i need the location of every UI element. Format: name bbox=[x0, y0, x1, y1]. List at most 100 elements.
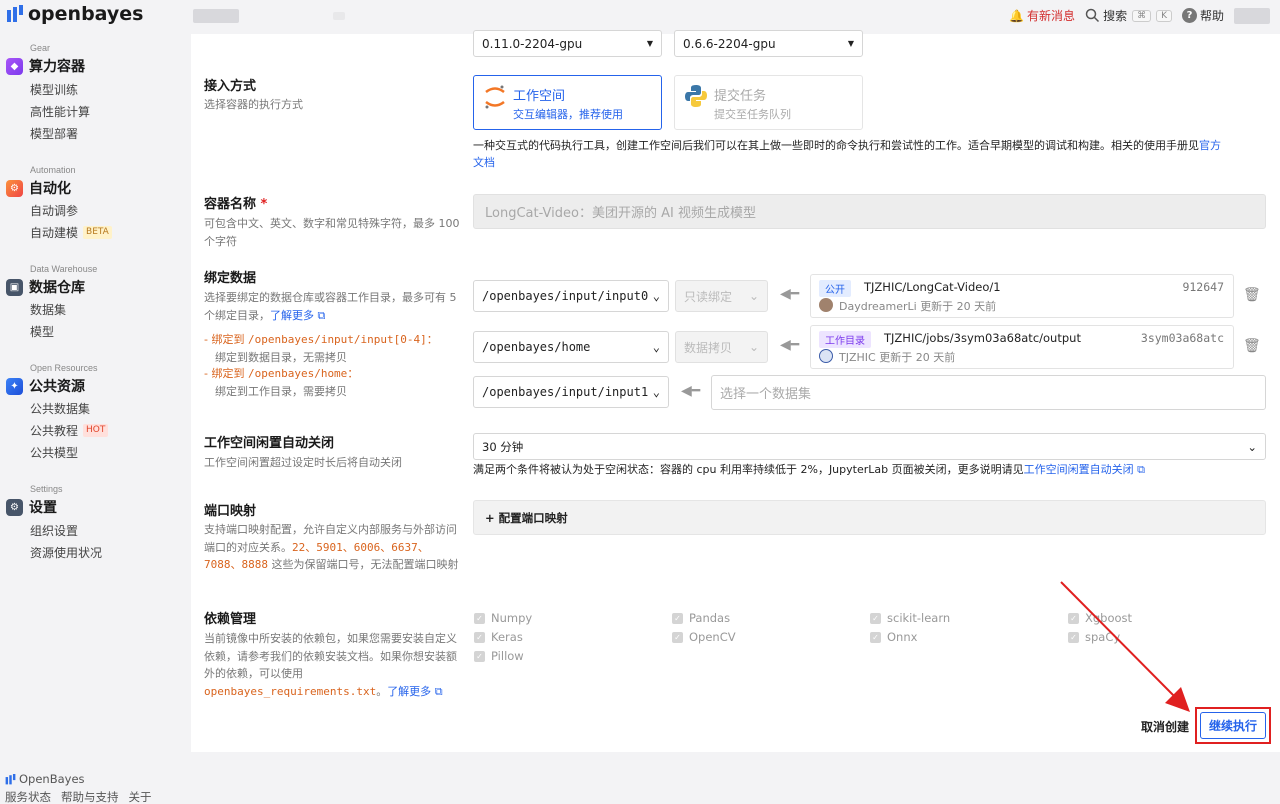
workspace-option-title: 工作空间 bbox=[513, 89, 566, 104]
chevron-down-icon: ⌄ bbox=[652, 340, 660, 354]
help-button[interactable]: ? 帮助 bbox=[1181, 7, 1224, 24]
sidebar-item-public-models[interactable]: 公共模型 bbox=[30, 444, 78, 461]
footer-brand[interactable]: OpenBayes bbox=[5, 772, 85, 786]
search-label: 搜索 bbox=[1103, 9, 1128, 23]
dataset-name[interactable]: TJZHIC/LongCat-Video/1 bbox=[864, 280, 1001, 294]
automation-icon: ⚙ bbox=[6, 179, 23, 197]
notifications-button[interactable]: 🔔 有新消息 bbox=[1009, 7, 1075, 24]
sidebar-section-resources[interactable]: ✦ 公共资源 bbox=[6, 376, 85, 396]
dep-onnx: ✓ Onnx bbox=[870, 630, 917, 644]
checkbox-checked-icon: ✓ bbox=[474, 612, 485, 624]
bind-path-select-1[interactable]: /openbayes/input/input0 ⌄ bbox=[473, 280, 669, 312]
sidebar-section-settings[interactable]: ⚙ 设置 bbox=[6, 497, 57, 517]
section-title: 公共资源 bbox=[29, 379, 85, 395]
submit-job-option[interactable]: 提交任务 提交至任务队列 bbox=[674, 75, 863, 130]
sidebar-item-model-training[interactable]: 模型训练 bbox=[30, 81, 78, 98]
resources-icon: ✦ bbox=[6, 377, 23, 395]
data-binding-desc: 选择要绑定的数据仓库或容器工作目录，最多可有 5 个绑定目录，了解更多 ⧉ bbox=[204, 291, 457, 322]
sidebar-item-public-tutorials[interactable]: 公共教程 HOT bbox=[30, 422, 109, 439]
framework-version-select[interactable]: 0.6.6-2204-gpu ▼ bbox=[674, 30, 863, 57]
help-icon: ? bbox=[1181, 8, 1197, 23]
section-title: 自动化 bbox=[29, 181, 71, 197]
dependencies-desc: 当前镜像中所安装的依赖包，如果您需要安装自定义依赖，请参考我们的依赖安装文档。如… bbox=[204, 632, 457, 698]
user-avatar-blurred[interactable] bbox=[1234, 7, 1270, 24]
cancel-create-button[interactable]: 取消创建 bbox=[1141, 718, 1189, 735]
bind-mode-select-2[interactable]: 数据拷贝 ⌄ bbox=[675, 331, 768, 363]
search-button[interactable]: 搜索 ⌘ K bbox=[1085, 7, 1172, 24]
submit-job-option-title: 提交任务 bbox=[714, 89, 767, 104]
access-mode-label: 接入方式 bbox=[204, 79, 257, 94]
idle-duration-select[interactable]: 30 分钟 ⌄ bbox=[473, 433, 1266, 460]
section-label-settings: Settings bbox=[30, 484, 63, 494]
section-label-automation: Automation bbox=[30, 165, 76, 175]
bound-dataset-card-1[interactable]: 公开 TJZHIC/LongCat-Video/1 912647 Daydrea… bbox=[810, 274, 1234, 318]
footer-link-about[interactable]: 关于 bbox=[129, 789, 152, 804]
caret-down-icon: ▼ bbox=[646, 39, 653, 48]
dep-pandas: ✓ Pandas bbox=[672, 611, 730, 625]
brand-logo[interactable]: openbayes bbox=[6, 3, 143, 25]
sidebar-item-usage[interactable]: 资源使用状况 bbox=[30, 544, 102, 561]
footer-links: 服务状态 帮助与支持 关于 bbox=[5, 789, 152, 804]
dep-opencv: ✓ OpenCV bbox=[672, 630, 736, 644]
dep-numpy: ✓ Numpy bbox=[474, 611, 532, 625]
continue-button[interactable]: 继续执行 bbox=[1200, 712, 1266, 739]
official-docs-link[interactable]: 官方 bbox=[1199, 139, 1221, 152]
annotation-arrow-icon bbox=[1060, 581, 1190, 712]
sidebar-item-hpc[interactable]: 高性能计算 bbox=[30, 103, 90, 120]
external-link-icon: ⧉ bbox=[1137, 463, 1145, 476]
org-name-blurred[interactable] bbox=[193, 9, 239, 23]
sidebar-item-org-settings[interactable]: 组织设置 bbox=[30, 522, 78, 539]
sidebar-section-warehouse[interactable]: ▣ 数据仓库 bbox=[6, 277, 85, 297]
image-version-select[interactable]: 0.11.0-2204-gpu ▼ bbox=[473, 30, 662, 57]
dataset-picker-input[interactable]: 选择一个数据集 bbox=[711, 375, 1266, 410]
dep-pillow: ✓ Pillow bbox=[474, 649, 524, 663]
sidebar-item-automl[interactable]: 自动建模 BETA bbox=[30, 224, 112, 241]
sidebar-section-automation[interactable]: ⚙ 自动化 bbox=[6, 178, 71, 198]
footer-link-status[interactable]: 服务状态 bbox=[5, 789, 51, 804]
binding-rule-home: - 绑定到 /openbayes/home： 绑定到工作目录，需要拷贝 bbox=[204, 367, 359, 398]
configure-ports-button[interactable]: + 配置端口映射 bbox=[473, 500, 1266, 535]
sidebar-item-autotune[interactable]: 自动调参 bbox=[30, 202, 78, 219]
sidebar-section-gear[interactable]: ◆ 算力容器 bbox=[6, 56, 85, 76]
chevron-down-icon: ⌄ bbox=[652, 385, 660, 399]
dataset-id: 912647 bbox=[1182, 280, 1224, 294]
bind-path-select-2[interactable]: /openbayes/home ⌄ bbox=[473, 331, 669, 363]
learn-more-link[interactable]: 了解更多 bbox=[387, 685, 431, 698]
dataset-name[interactable]: TJZHIC/jobs/3sym03a68atc/output bbox=[884, 331, 1081, 345]
breadcrumb-blurred bbox=[333, 12, 345, 20]
container-name-input[interactable]: LongCat-Video：美团开源的 AI 视频生成模型 bbox=[473, 194, 1266, 229]
sidebar-item-datasets[interactable]: 数据集 bbox=[30, 301, 66, 318]
bound-dataset-card-2[interactable]: 工作目录 TJZHIC/jobs/3sym03a68atc/output 3sy… bbox=[810, 325, 1234, 369]
sidebar-item-public-datasets[interactable]: 公共数据集 bbox=[30, 400, 90, 417]
bind-path-select-3[interactable]: /openbayes/input/input1 ⌄ bbox=[473, 376, 669, 408]
submit-job-option-sub: 提交至任务队列 bbox=[714, 108, 791, 121]
idle-docs-link[interactable]: 工作空间闲置自动关闭 bbox=[1024, 463, 1134, 476]
workspace-option[interactable]: 工作空间 交互编辑器，推荐使用 bbox=[473, 75, 662, 130]
idle-shutdown-label: 工作空间闲置自动关闭 bbox=[204, 436, 335, 451]
dataset-id: 3sym03a68atc bbox=[1140, 331, 1224, 345]
section-label-resources: Open Resources bbox=[30, 363, 98, 373]
chevron-down-icon: ⌄ bbox=[748, 289, 759, 303]
sidebar-item-models[interactable]: 模型 bbox=[30, 323, 54, 340]
external-link-icon: ⧉ bbox=[434, 684, 443, 698]
section-label-warehouse: Data Warehouse bbox=[30, 264, 98, 274]
sidebar-item-model-deploy[interactable]: 模型部署 bbox=[30, 125, 78, 142]
public-badge: 公开 bbox=[819, 280, 851, 297]
official-docs-link-cont[interactable]: 文档 bbox=[473, 156, 495, 169]
chevron-down-icon: ⌄ bbox=[1247, 439, 1257, 454]
dep-scikit-learn: ✓ scikit-learn bbox=[870, 611, 950, 625]
trash-icon[interactable]: 🗑 bbox=[1243, 338, 1261, 354]
user-avatar bbox=[819, 349, 833, 363]
arrow-left-icon: ◀━ bbox=[780, 337, 800, 353]
bind-mode-select-1[interactable]: 只读绑定 ⌄ bbox=[675, 280, 768, 312]
checkbox-checked-icon: ✓ bbox=[474, 631, 485, 643]
notification-label: 有新消息 bbox=[1027, 9, 1076, 23]
trash-icon[interactable]: 🗑 bbox=[1243, 287, 1261, 303]
learn-more-link[interactable]: 了解更多 bbox=[270, 309, 314, 322]
port-mapping-desc: 支持端口映射配置，允许自定义内部服务与外部访问端口的对应关系。22、5901、6… bbox=[204, 523, 459, 571]
container-name-label: 容器名称 * bbox=[204, 197, 268, 212]
footer-link-support[interactable]: 帮助与支持 bbox=[61, 789, 119, 804]
hot-badge: HOT bbox=[83, 424, 109, 437]
data-binding-label: 绑定数据 bbox=[204, 271, 257, 286]
top-bar: openbayes 🔔 有新消息 搜索 ⌘ K ? 帮助 bbox=[0, 0, 1280, 34]
